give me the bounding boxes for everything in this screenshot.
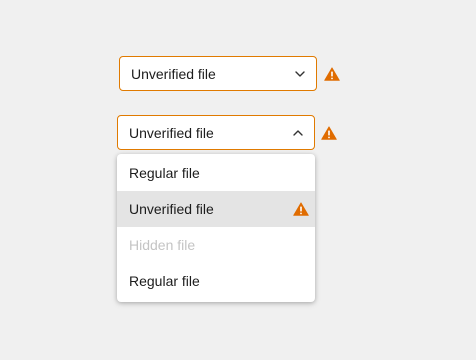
menu-item-hidden-file: Hidden file [117,227,315,263]
warning-icon [293,202,309,216]
dropdown-menu: Regular file Unverified file Hidden file… [117,154,315,302]
menu-item-label: Unverified file [129,201,214,217]
menu-item-unverified-file[interactable]: Unverified file [117,191,315,227]
select-value: Unverified file [131,65,216,82]
file-type-select-closed[interactable]: Unverified file [119,56,317,91]
menu-item-regular-file[interactable]: Regular file [117,155,315,191]
chevron-down-icon [294,68,306,80]
menu-item-label: Hidden file [129,237,196,253]
stage: Unverified file Unverified file Regular … [0,0,476,360]
menu-item-label: Regular file [129,273,200,289]
menu-item-label: Regular file [129,165,200,181]
select-value: Unverified file [129,124,214,141]
warning-icon [321,126,337,140]
chevron-up-icon [292,127,304,139]
warning-icon [324,67,340,81]
file-type-select-open[interactable]: Unverified file [117,115,315,150]
menu-item-regular-file[interactable]: Regular file [117,263,315,299]
